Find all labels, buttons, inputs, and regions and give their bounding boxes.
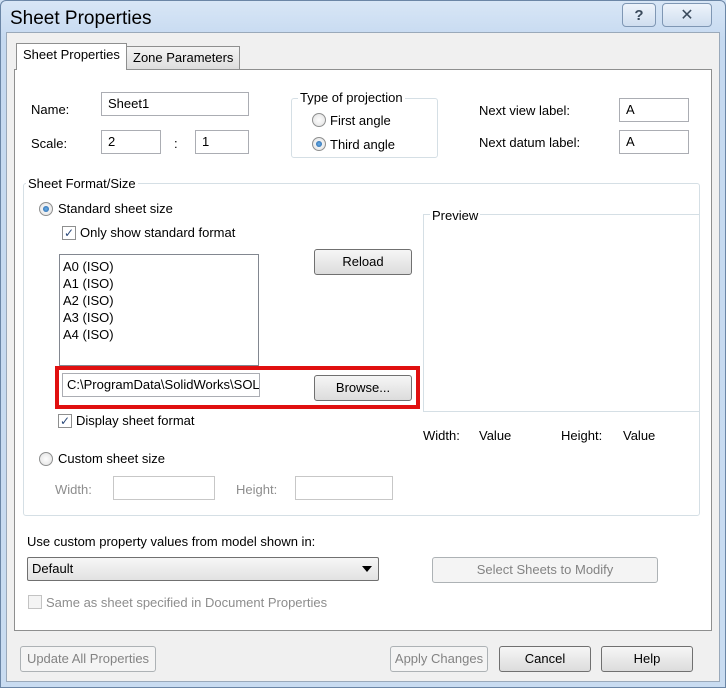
close-button[interactable]: ✕ — [662, 3, 712, 27]
next-datum-field[interactable]: A — [619, 130, 689, 154]
same-as-checkbox[interactable] — [28, 595, 42, 609]
list-item[interactable]: A4 (ISO) — [60, 326, 258, 343]
standard-size-radio[interactable] — [39, 202, 53, 216]
list-item[interactable]: A0 (ISO) — [60, 258, 258, 275]
same-as-label: Same as sheet specified in Document Prop… — [46, 595, 328, 610]
sheet-size-listbox[interactable]: A0 (ISO) A1 (ISO) A2 (ISO) A3 (ISO) A4 (… — [59, 254, 259, 366]
custom-width-field[interactable] — [113, 476, 215, 500]
scale-label: Scale: — [31, 136, 68, 151]
select-sheets-button[interactable]: Select Sheets to Modify — [432, 557, 658, 583]
next-view-field[interactable]: A — [619, 98, 689, 122]
custom-props-label: Use custom property values from model sh… — [27, 534, 316, 549]
browse-button[interactable]: Browse... — [314, 375, 412, 401]
chevron-down-icon — [362, 566, 372, 572]
custom-height-field[interactable] — [295, 476, 393, 500]
display-format-checkbox[interactable]: ✓ — [58, 414, 72, 428]
name-field[interactable]: Sheet1 — [101, 92, 249, 116]
question-icon: ? — [634, 6, 644, 24]
help-caption-button[interactable]: ? — [622, 3, 656, 27]
dialog-title: Sheet Properties — [10, 8, 152, 29]
display-format-label[interactable]: Display sheet format — [76, 413, 195, 428]
apply-changes-button[interactable]: Apply Changes — [390, 646, 488, 672]
next-view-label: Next view label: — [479, 103, 571, 118]
preview-height-label: Height: — [561, 428, 603, 443]
name-label: Name: — [31, 102, 70, 117]
list-item[interactable]: A3 (ISO) — [60, 309, 258, 326]
list-item[interactable]: A1 (ISO) — [60, 275, 258, 292]
sheet-format-group-title: Sheet Format/Size — [26, 176, 138, 191]
preview-title: Preview — [430, 208, 481, 223]
preview-width-value: Value — [479, 428, 512, 443]
custom-props-select[interactable]: Default — [27, 557, 379, 581]
projection-group-title: Type of projection — [298, 90, 405, 105]
custom-height-label: Height: — [236, 482, 278, 497]
third-angle-label[interactable]: Third angle — [330, 137, 395, 152]
custom-size-label[interactable]: Custom sheet size — [58, 451, 165, 466]
update-all-button[interactable]: Update All Properties — [20, 646, 156, 672]
tab-zone-parameters[interactable]: Zone Parameters — [126, 46, 241, 70]
sheet-format-path-field[interactable]: C:\ProgramData\SolidWorks\SOL — [62, 373, 260, 397]
custom-width-label: Width: — [55, 482, 92, 497]
first-angle-label[interactable]: First angle — [330, 113, 391, 128]
custom-size-radio[interactable] — [39, 452, 53, 466]
next-datum-label: Next datum label: — [479, 135, 581, 150]
scale-denominator-field[interactable]: 1 — [195, 130, 249, 154]
scale-numerator-field[interactable]: 2 — [101, 130, 161, 154]
custom-props-selected: Default — [32, 561, 74, 576]
standard-size-label[interactable]: Standard sheet size — [58, 201, 173, 216]
close-icon: ✕ — [680, 7, 694, 24]
only-standard-checkbox[interactable]: ✓ — [62, 226, 76, 240]
scale-separator: : — [174, 136, 178, 151]
cancel-button[interactable]: Cancel — [499, 646, 591, 672]
list-item[interactable]: A2 (ISO) — [60, 292, 258, 309]
only-standard-label[interactable]: Only show standard format — [80, 225, 235, 240]
reload-button[interactable]: Reload — [314, 249, 412, 275]
preview-area — [423, 214, 699, 412]
help-button[interactable]: Help — [601, 646, 693, 672]
preview-width-label: Width: — [423, 428, 460, 443]
tab-sheet-properties[interactable]: Sheet Properties — [16, 43, 127, 70]
third-angle-radio[interactable] — [312, 137, 326, 151]
preview-height-value: Value — [623, 428, 656, 443]
first-angle-radio[interactable] — [312, 113, 326, 127]
